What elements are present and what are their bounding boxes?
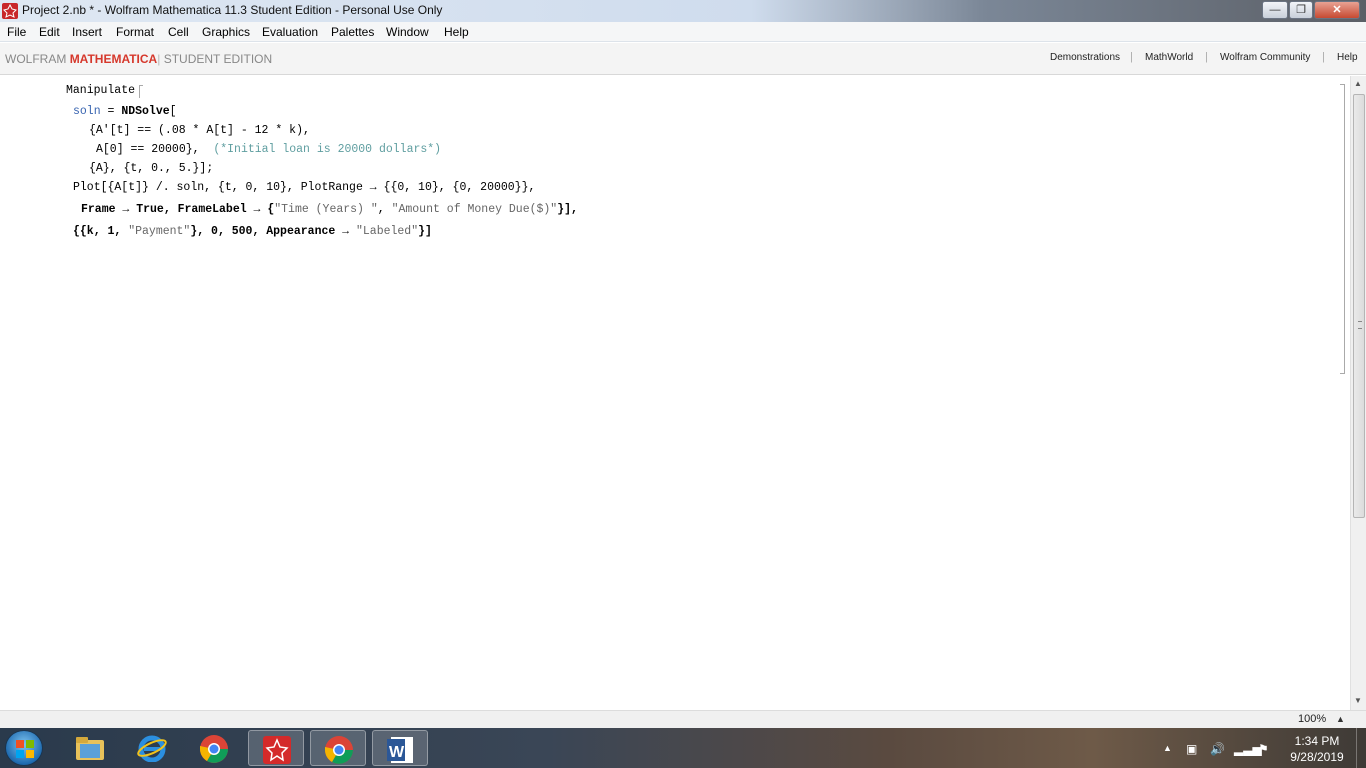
menu-format[interactable]: Format: [116, 25, 154, 39]
status-bar: 100% ▲: [0, 710, 1366, 728]
brand-toolbar: WOLFRAM MATHEMATICA| STUDENT EDITION Dem…: [0, 43, 1366, 75]
taskbar-chrome[interactable]: [186, 730, 242, 766]
code-line-variables[interactable]: {A}, {t, 0., 5.}];: [89, 162, 213, 175]
code-line-ndsolve[interactable]: soln = NDSolve[: [73, 105, 177, 118]
maximize-button[interactable]: ❐: [1289, 1, 1313, 19]
link-separator: |: [1130, 51, 1133, 63]
title-bar: Project 2.nb * - Wolfram Mathematica 11.…: [0, 0, 1366, 22]
scroll-down-arrow-icon[interactable]: ▼: [1354, 696, 1362, 705]
zoom-menu-arrow-icon[interactable]: ▲: [1336, 714, 1345, 724]
menu-insert[interactable]: Insert: [72, 25, 102, 39]
code-line-initial-condition[interactable]: A[0] == 20000}, (*Initial loan is 20000 …: [96, 143, 441, 156]
open-bracket: [139, 85, 143, 98]
taskbar-internet-explorer[interactable]: [124, 730, 180, 766]
taskbar-word[interactable]: W: [372, 730, 428, 766]
internet-explorer-icon: [137, 735, 167, 762]
show-hidden-icons-icon[interactable]: ▲: [1163, 743, 1172, 753]
window-title: Project 2.nb * - Wolfram Mathematica 11.…: [22, 3, 443, 17]
menu-palettes[interactable]: Palettes: [331, 25, 374, 39]
menu-evaluation[interactable]: Evaluation: [262, 25, 318, 39]
zoom-level[interactable]: 100%: [1298, 713, 1326, 725]
menu-graphics[interactable]: Graphics: [202, 25, 250, 39]
mathematica-app-icon[interactable]: [2, 3, 18, 19]
code-line-manipulate[interactable]: Manipulate: [66, 84, 135, 97]
taskbar: W ▲ ▣ 🔊 ▂▃▅ ⚑ 1:34 PM 9/28/2019: [0, 728, 1366, 768]
code-line-control[interactable]: {{k, 1, "Payment"}, 0, 500, Appearance →…: [73, 225, 432, 238]
close-button[interactable]: ✕: [1314, 1, 1360, 19]
power-icon[interactable]: ▣: [1186, 742, 1197, 756]
clock-time: 1:34 PM: [1294, 734, 1340, 748]
link-wolfram-community[interactable]: Wolfram Community: [1220, 52, 1310, 63]
code-line-equation[interactable]: {A'[t] == (.08 * A[t] - 12 * k),: [89, 124, 310, 137]
notebook-area[interactable]: Manipulate soln = NDSolve[ {A'[t] == (.0…: [0, 76, 1350, 710]
system-clock[interactable]: 1:34 PM 9/28/2019: [1284, 733, 1350, 765]
menu-help[interactable]: Help: [444, 25, 469, 39]
link-demonstrations[interactable]: Demonstrations: [1050, 52, 1120, 63]
word-icon: W: [387, 737, 413, 763]
wolfram-mathematica-logo: WOLFRAM MATHEMATICA| STUDENT EDITION: [5, 52, 273, 66]
menu-edit[interactable]: Edit: [39, 25, 60, 39]
chrome-icon: [325, 736, 353, 764]
link-separator: |: [1205, 51, 1208, 63]
menu-file[interactable]: File: [7, 25, 26, 39]
code-line-plot[interactable]: Plot[{A[t]} /. soln, {t, 0, 10}, PlotRan…: [73, 181, 535, 194]
link-help[interactable]: Help: [1337, 52, 1358, 63]
taskbar-chrome-active[interactable]: [310, 730, 366, 766]
show-desktop-button[interactable]: [1356, 728, 1366, 768]
vertical-scrollbar[interactable]: ▲ ▼: [1350, 76, 1366, 710]
minimize-button[interactable]: —: [1262, 1, 1288, 19]
scroll-up-arrow-icon[interactable]: ▲: [1354, 79, 1362, 88]
volume-icon[interactable]: 🔊: [1210, 742, 1225, 756]
taskbar-mathematica[interactable]: [248, 730, 304, 766]
mathematica-icon: [263, 736, 291, 764]
folder-icon: [76, 737, 104, 760]
menu-bar: File Edit Insert Format Cell Graphics Ev…: [0, 22, 1366, 42]
chrome-icon: [200, 735, 228, 763]
menu-cell[interactable]: Cell: [168, 25, 189, 39]
start-button[interactable]: [5, 730, 43, 766]
link-mathworld[interactable]: MathWorld: [1145, 52, 1193, 63]
code-line-frame[interactable]: Frame → True, FrameLabel → {"Time (Years…: [81, 203, 578, 216]
svg-text:W: W: [389, 744, 405, 761]
action-center-flag-icon[interactable]: ⚑: [1258, 742, 1269, 756]
scrollbar-thumb[interactable]: [1353, 94, 1365, 518]
clock-date: 9/28/2019: [1290, 750, 1344, 764]
taskbar-file-explorer[interactable]: [62, 730, 118, 766]
code-comment: (*Initial loan is 20000 dollars*): [213, 143, 442, 156]
scroll-grip-icon: [1358, 321, 1362, 329]
menu-window[interactable]: Window: [386, 25, 429, 39]
cell-bracket[interactable]: [1340, 84, 1345, 374]
link-separator: |: [1322, 51, 1325, 63]
